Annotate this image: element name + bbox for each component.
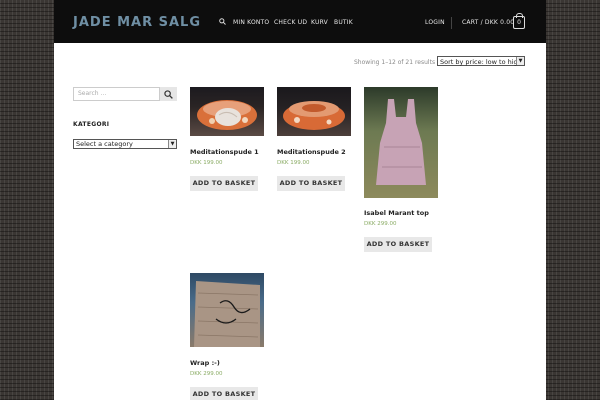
sort-select-value: Sort by price: low to high	[440, 58, 522, 66]
sidebar-search-button[interactable]	[160, 87, 177, 101]
product-image[interactable]	[277, 87, 351, 136]
product-card: Wrap :-) DKK 299.00 ADD TO BASKET	[190, 273, 270, 400]
search-icon	[164, 90, 173, 99]
product-name[interactable]: Meditationspude 1	[190, 148, 259, 156]
product-name[interactable]: Isabel Marant top	[364, 209, 429, 217]
result-count: Showing 1–12 of 21 results	[354, 59, 436, 66]
sort-select[interactable]: Sort by price: low to high ▼	[437, 56, 525, 66]
product-card: Isabel Marant top DKK 299.00 ADD TO BASK…	[364, 87, 444, 257]
cart-link[interactable]: CART / DKK 0.00	[462, 19, 514, 26]
product-price: DKK 299.00	[190, 371, 223, 377]
category-select[interactable]: Select a category ▼	[73, 139, 177, 149]
header-divider	[451, 17, 452, 29]
add-to-basket-button[interactable]: ADD TO BASKET	[364, 237, 432, 252]
nav-butik[interactable]: BUTIK	[334, 19, 353, 26]
category-heading: KATEGORI	[73, 121, 110, 128]
product-name[interactable]: Meditationspude 2	[277, 148, 346, 156]
product-name[interactable]: Wrap :-)	[190, 359, 220, 367]
product-price: DKK 199.00	[277, 160, 310, 166]
add-to-basket-button[interactable]: ADD TO BASKET	[277, 176, 345, 191]
search-icon[interactable]	[219, 18, 226, 25]
product-image[interactable]	[190, 87, 264, 136]
product-card: Meditationspude 1 DKK 199.00 ADD TO BASK…	[190, 87, 270, 197]
product-price: DKK 299.00	[364, 221, 397, 227]
chevron-down-icon: ▼	[516, 57, 524, 65]
product-image[interactable]	[364, 87, 438, 198]
cart-count-badge[interactable]: 0	[513, 16, 525, 29]
product-card: Meditationspude 2 DKK 199.00 ADD TO BASK…	[277, 87, 357, 197]
site-logo[interactable]: JADE MAR SALG	[73, 15, 201, 30]
category-select-value: Select a category	[76, 140, 133, 148]
add-to-basket-button[interactable]: ADD TO BASKET	[190, 387, 258, 400]
nav-kurv[interactable]: KURV	[311, 19, 328, 26]
product-image[interactable]	[190, 273, 264, 347]
site-header: JADE MAR SALG MIN KONTO CHECK UD KURV BU…	[54, 0, 546, 43]
login-link[interactable]: LOGIN	[425, 19, 445, 26]
add-to-basket-button[interactable]: ADD TO BASKET	[190, 176, 258, 191]
chevron-down-icon: ▼	[168, 140, 176, 148]
page-container: JADE MAR SALG MIN KONTO CHECK UD KURV BU…	[54, 0, 546, 400]
product-price: DKK 199.00	[190, 160, 223, 166]
sidebar-search-input[interactable]: Search ...	[73, 87, 160, 101]
nav-min-konto[interactable]: MIN KONTO	[233, 19, 269, 26]
nav-check-ud[interactable]: CHECK UD	[274, 19, 307, 26]
